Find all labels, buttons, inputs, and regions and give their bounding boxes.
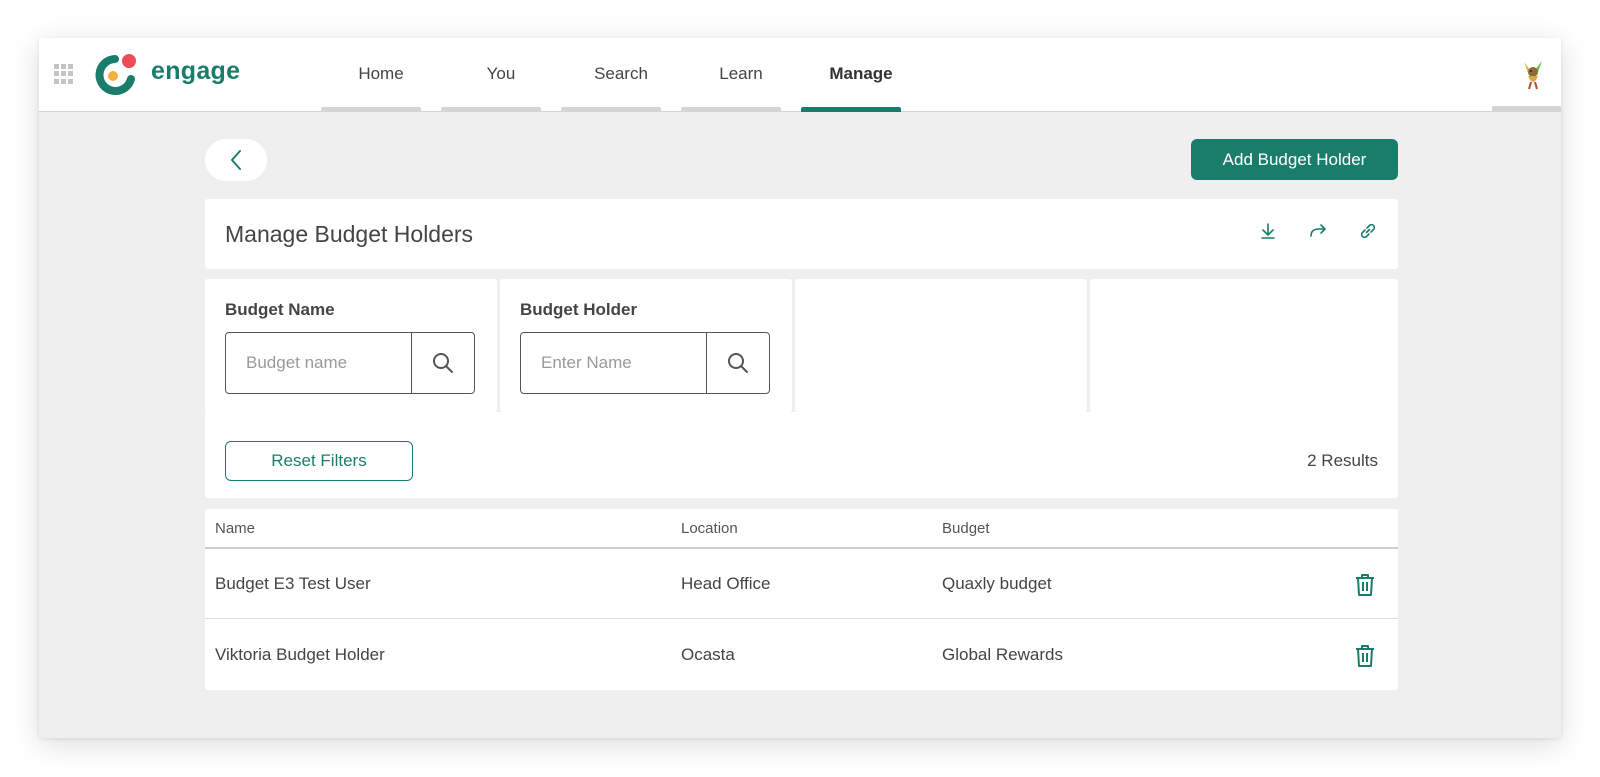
budget-name-label: Budget Name xyxy=(225,300,335,319)
budget-name-search xyxy=(225,332,475,394)
engage-logo xyxy=(95,54,136,95)
avatar-indicator xyxy=(1492,106,1561,111)
nav-search[interactable]: Search xyxy=(561,38,681,112)
budget-holder-input[interactable] xyxy=(521,333,706,393)
nav-home-label: Home xyxy=(358,64,404,83)
empty-filter-slot xyxy=(1090,279,1398,412)
nav-learn-label: Learn xyxy=(719,64,763,83)
budget-holder-label: Budget Holder xyxy=(520,300,638,319)
reset-filters-button[interactable]: Reset Filters xyxy=(225,441,413,481)
brand-name: engage xyxy=(151,57,241,85)
nav-learn-indicator xyxy=(681,107,781,112)
header-actions xyxy=(1258,221,1378,241)
nav-home[interactable]: Home xyxy=(321,38,441,112)
table-row[interactable]: Viktoria Budget Holder Ocasta Global Rew… xyxy=(205,620,1398,690)
budget-holder-filter: Budget Holder xyxy=(500,279,792,412)
nav-manage-label: Manage xyxy=(829,64,893,83)
nav-you[interactable]: You xyxy=(441,38,561,112)
cell-name: Budget E3 Test User xyxy=(215,574,371,593)
nav-search-indicator xyxy=(561,107,661,112)
trash-icon[interactable] xyxy=(1353,643,1377,669)
nav-you-label: You xyxy=(486,64,516,83)
link-icon[interactable] xyxy=(1358,221,1378,241)
app-window: engage Home You Search Learn Manage Add … xyxy=(39,38,1561,738)
table-header: Name Location Budget xyxy=(205,509,1398,549)
budget-holder-search-button[interactable] xyxy=(706,333,769,393)
nav-home-indicator xyxy=(321,107,421,112)
budget-holder-search xyxy=(520,332,770,394)
top-navigation-bar: engage Home You Search Learn Manage xyxy=(39,38,1561,112)
nav-manage[interactable]: Manage xyxy=(801,38,921,112)
budget-name-filter: Budget Name xyxy=(205,279,497,412)
app-launcher-icon[interactable] xyxy=(54,64,74,84)
trash-icon[interactable] xyxy=(1353,572,1377,598)
page-title: Manage Budget Holders xyxy=(225,221,474,247)
column-header-name[interactable]: Name xyxy=(215,520,255,537)
table-row[interactable]: Budget E3 Test User Head Office Quaxly b… xyxy=(205,549,1398,619)
user-avatar[interactable] xyxy=(1515,56,1551,92)
column-header-location[interactable]: Location xyxy=(681,520,738,537)
nav-you-indicator xyxy=(441,107,541,112)
budget-name-search-button[interactable] xyxy=(411,333,474,393)
results-bar: Reset Filters 2 Results xyxy=(205,412,1398,498)
budget-name-input[interactable] xyxy=(226,333,411,393)
cell-location: Ocasta xyxy=(681,645,735,664)
cell-budget: Global Rewards xyxy=(942,645,1063,664)
column-header-budget[interactable]: Budget xyxy=(942,520,990,537)
search-icon xyxy=(728,353,748,373)
empty-filter-slot xyxy=(795,279,1087,412)
nav-learn[interactable]: Learn xyxy=(681,38,801,112)
cell-budget: Quaxly budget xyxy=(942,574,1052,593)
nav-search-label: Search xyxy=(594,64,648,83)
page-header-card: Manage Budget Holders xyxy=(205,199,1398,269)
search-icon xyxy=(433,353,453,373)
nav-manage-indicator xyxy=(801,107,901,112)
share-icon[interactable] xyxy=(1308,221,1328,241)
budget-holders-table: Name Location Budget Budget E3 Test User… xyxy=(205,509,1398,690)
add-budget-holder-button[interactable]: Add Budget Holder xyxy=(1191,139,1398,180)
back-button[interactable] xyxy=(205,139,267,181)
cell-name: Viktoria Budget Holder xyxy=(215,645,385,664)
main-nav: Home You Search Learn Manage xyxy=(321,38,921,112)
results-count: 2 Results xyxy=(1307,451,1378,470)
cell-location: Head Office xyxy=(681,574,771,593)
download-icon[interactable] xyxy=(1258,221,1278,241)
chevron-left-icon xyxy=(231,150,241,170)
